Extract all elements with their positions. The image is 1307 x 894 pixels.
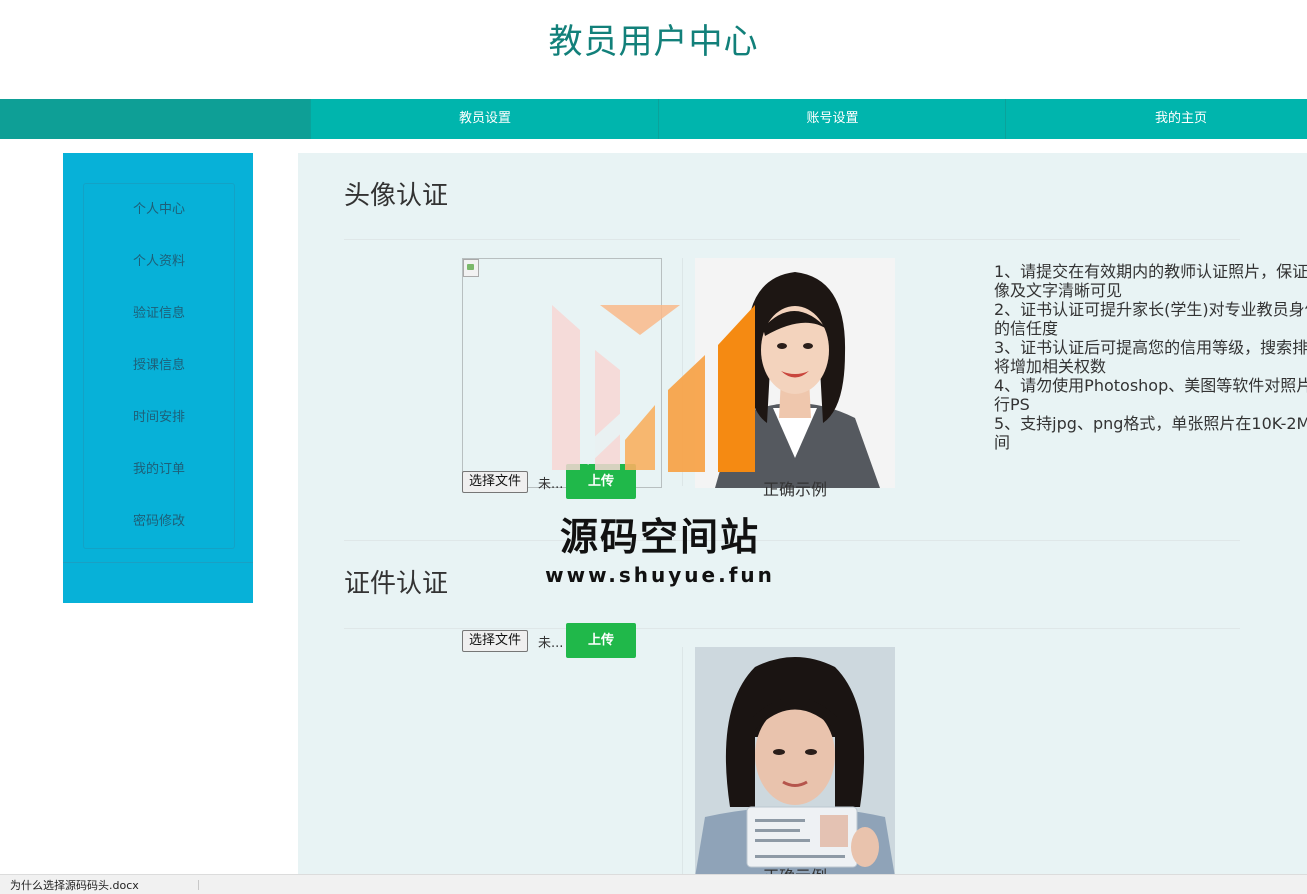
id-upload-button[interactable]: 上传 — [566, 623, 636, 658]
id-section-title: 证件认证 — [344, 569, 449, 599]
avatar-section-title: 头像认证 — [344, 181, 449, 211]
id-column-divider — [682, 647, 683, 883]
id-section-divider — [344, 628, 1240, 629]
main-panel: 头像认证 选择文件 未... 上传 正确示例 1、请提交在有效期内的教师认证照片… — [298, 153, 1307, 883]
watermark-title: 源码空间站 — [559, 515, 760, 559]
sidebar-item-personal-center[interactable]: 个人中心 — [84, 190, 234, 230]
sidebar: 个人中心 个人资料 验证信息 授课信息 时间安排 我的订单 密码修改 — [63, 153, 253, 603]
broken-image-icon — [463, 259, 479, 277]
avatar-choose-file-button[interactable]: 选择文件 — [462, 471, 529, 493]
sidebar-item-teaching-info[interactable]: 授课信息 — [84, 346, 234, 386]
sidebar-item-profile[interactable]: 个人资料 — [84, 242, 234, 282]
download-file-name[interactable]: 为什么选择源码码头.docx — [10, 877, 139, 893]
id-section-top-divider — [344, 540, 1240, 541]
sidebar-divider — [63, 562, 253, 563]
watermark: 源码空间站 www.shuyue.fun — [540, 300, 780, 600]
watermark-url: www.shuyue.fun — [545, 563, 775, 587]
logo-bars-icon — [552, 305, 755, 472]
avatar-section-divider — [344, 239, 1240, 240]
nav-my-homepage[interactable]: 我的主页 — [1005, 99, 1307, 139]
download-bar-separator — [198, 880, 199, 890]
id-card-portrait-image — [695, 647, 895, 877]
top-nav: 教员设置 账号设置 我的主页 — [0, 99, 1307, 139]
download-bar: 为什么选择源码码头.docx — [0, 874, 1307, 894]
nav-teacher-settings[interactable]: 教员设置 — [310, 99, 659, 139]
sidebar-item-orders[interactable]: 我的订单 — [84, 450, 234, 490]
sidebar-item-schedule[interactable]: 时间安排 — [84, 398, 234, 438]
nav-account-settings[interactable]: 账号设置 — [658, 99, 1006, 139]
id-file-status: 未... — [538, 636, 564, 651]
id-sample-photo — [695, 647, 895, 877]
nav-spacer — [0, 99, 310, 139]
sidebar-menu: 个人中心 个人资料 验证信息 授课信息 时间安排 我的订单 密码修改 — [83, 183, 235, 549]
page-title: 教员用户中心 — [548, 22, 759, 62]
sidebar-item-password[interactable]: 密码修改 — [84, 502, 234, 542]
id-choose-file-button[interactable]: 选择文件 — [462, 630, 529, 652]
sidebar-item-verification[interactable]: 验证信息 — [84, 294, 234, 334]
avatar-tips-text: 1、请提交在有效期内的教师认证照片，保证头像及文字清晰可见 2、证书认证可提升家… — [994, 262, 1307, 452]
